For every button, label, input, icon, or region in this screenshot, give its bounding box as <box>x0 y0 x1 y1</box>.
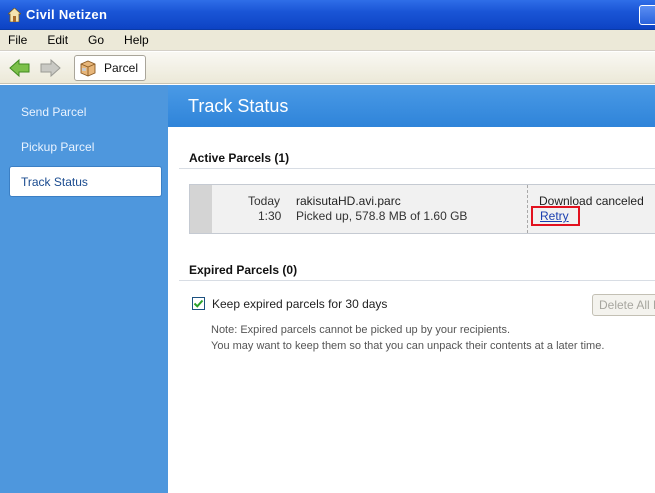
expired-note-line2: You may want to keep them so that you ca… <box>211 340 605 352</box>
checkmark-icon <box>193 299 204 308</box>
arrow-left-icon[interactable] <box>8 57 32 79</box>
parcel-row[interactable]: Today 1:30 rakisutaHD.avi.parc Picked up… <box>189 184 655 234</box>
section-divider <box>179 168 655 169</box>
breadcrumb-label: Parcel <box>104 61 139 75</box>
sidebar: Send Parcel Pickup Parcel Track Status <box>0 85 168 493</box>
sidebar-item-pickup-parcel[interactable]: Pickup Parcel <box>10 132 161 161</box>
window-title: Civil Netizen <box>26 7 108 22</box>
parcel-filename: rakisutaHD.avi.parc <box>296 194 401 208</box>
menu-bar: File Edit Go Help <box>0 30 655 51</box>
parcel-box-icon <box>80 60 96 77</box>
active-parcels-heading: Active Parcels (1) <box>189 151 289 165</box>
menu-file[interactable]: File <box>6 33 29 47</box>
row-divider <box>527 185 528 233</box>
menu-edit[interactable]: Edit <box>45 33 70 47</box>
parcel-time: 1:30 <box>258 209 282 223</box>
arrow-right-icon[interactable] <box>38 57 62 79</box>
house-icon <box>8 7 21 22</box>
row-stripe <box>190 185 212 233</box>
minimize-button[interactable] <box>639 5 655 25</box>
toolbar: Parcel <box>0 52 655 84</box>
active-parcels-title: Active Parcels <box>189 151 272 165</box>
window-title-bar: Civil Netizen <box>0 0 655 30</box>
keep-expired-label[interactable]: Keep expired parcels for 30 days <box>212 297 387 311</box>
expired-note-line1: Note: Expired parcels cannot be picked u… <box>211 324 510 336</box>
expired-parcels-title: Expired Parcels <box>189 263 280 277</box>
menu-go[interactable]: Go <box>86 33 106 47</box>
main-panel: Track Status Active Parcels (1) Today 1:… <box>168 85 655 493</box>
parcel-day: Today <box>248 194 281 208</box>
retry-link[interactable]: Retry <box>531 206 580 226</box>
delete-all-button[interactable]: Delete All E <box>592 294 655 316</box>
page-title: Track Status <box>168 85 655 127</box>
expired-parcels-heading: Expired Parcels (0) <box>189 263 297 277</box>
sidebar-item-send-parcel[interactable]: Send Parcel <box>10 97 161 126</box>
keep-expired-checkbox[interactable] <box>192 297 205 310</box>
section-divider <box>179 280 655 281</box>
menu-help[interactable]: Help <box>122 33 151 47</box>
parcel-progress: Picked up, 578.8 MB of 1.60 GB <box>296 209 468 223</box>
expired-parcels-count: (0) <box>282 263 298 277</box>
breadcrumb-parcel[interactable]: Parcel <box>74 55 146 81</box>
sidebar-item-track-status[interactable]: Track Status <box>10 167 161 196</box>
active-parcels-count: (1) <box>274 151 290 165</box>
